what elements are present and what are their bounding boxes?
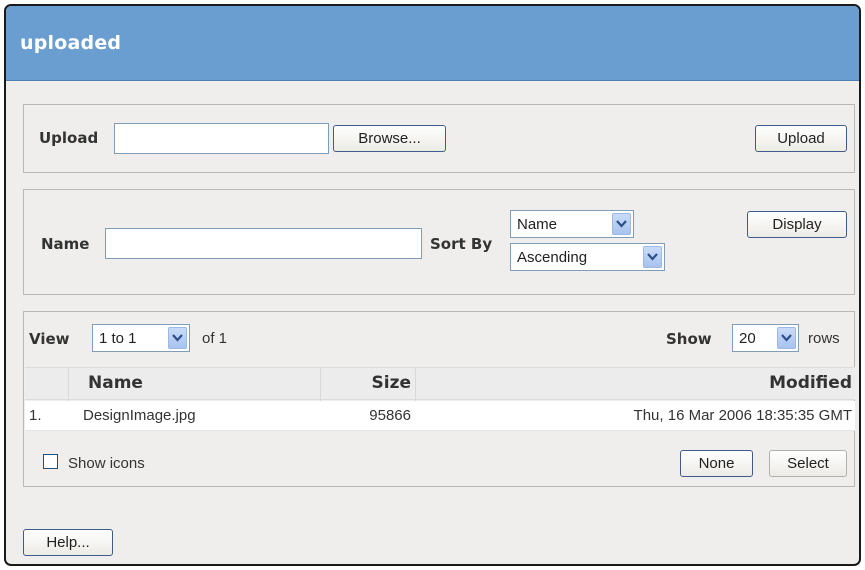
- sort-field-select[interactable]: Name: [510, 210, 634, 238]
- table-row[interactable]: 1. DesignImage.jpg 95866 Thu, 16 Mar 200…: [25, 401, 855, 431]
- sort-order-value: Ascending: [517, 248, 588, 266]
- chevron-down-icon[interactable]: [612, 213, 631, 235]
- display-button[interactable]: Display: [747, 211, 847, 238]
- column-header-name[interactable]: Name: [88, 373, 143, 393]
- view-label: View: [29, 330, 70, 348]
- filter-panel: Name Sort By Name Ascending Display: [23, 189, 855, 295]
- select-button[interactable]: Select: [769, 450, 847, 477]
- name-filter-label: Name: [41, 235, 90, 253]
- chevron-down-icon[interactable]: [168, 327, 187, 349]
- row-index: 1.: [29, 407, 42, 424]
- chevron-down-icon[interactable]: [643, 246, 662, 268]
- file-listing-panel: View 1 to 1 of 1 Show 20 rows Name Size …: [23, 311, 855, 487]
- page-count: of 1: [202, 330, 228, 347]
- name-filter-input[interactable]: [105, 228, 422, 259]
- rows-label: rows: [808, 330, 840, 347]
- help-button[interactable]: Help...: [23, 529, 113, 556]
- view-range-select[interactable]: 1 to 1: [92, 324, 190, 352]
- show-icons-label: Show icons: [68, 455, 145, 472]
- file-modified: Thu, 16 Mar 2006 18:35:35 GMT: [633, 407, 852, 424]
- column-divider: [68, 368, 69, 401]
- upload-label: Upload: [39, 129, 99, 147]
- upload-window: uploaded Upload Browse... Upload Name So…: [4, 4, 861, 566]
- view-range-value: 1 to 1: [99, 329, 137, 347]
- show-label: Show: [666, 330, 712, 348]
- column-divider: [320, 368, 321, 401]
- rows-per-page-select[interactable]: 20: [732, 324, 799, 352]
- upload-button[interactable]: Upload: [755, 125, 847, 152]
- rows-per-page-value: 20: [739, 329, 756, 347]
- file-size: 95866: [369, 407, 411, 424]
- select-none-button[interactable]: None: [680, 450, 753, 477]
- chevron-down-icon[interactable]: [777, 327, 796, 349]
- upload-file-field[interactable]: [114, 123, 329, 154]
- table-header: Name Size Modified: [25, 367, 855, 401]
- sort-field-value: Name: [517, 215, 558, 233]
- file-name[interactable]: DesignImage.jpg: [83, 407, 196, 424]
- window-title: uploaded: [6, 6, 859, 81]
- column-header-size[interactable]: Size: [372, 373, 412, 393]
- upload-panel: Upload Browse... Upload: [23, 104, 855, 173]
- column-divider: [415, 368, 416, 401]
- browse-button[interactable]: Browse...: [333, 125, 446, 152]
- column-header-modified[interactable]: Modified: [769, 373, 852, 393]
- sort-by-label: Sort By: [430, 235, 493, 253]
- show-icons-checkbox[interactable]: [43, 454, 58, 469]
- sort-order-select[interactable]: Ascending: [510, 243, 665, 271]
